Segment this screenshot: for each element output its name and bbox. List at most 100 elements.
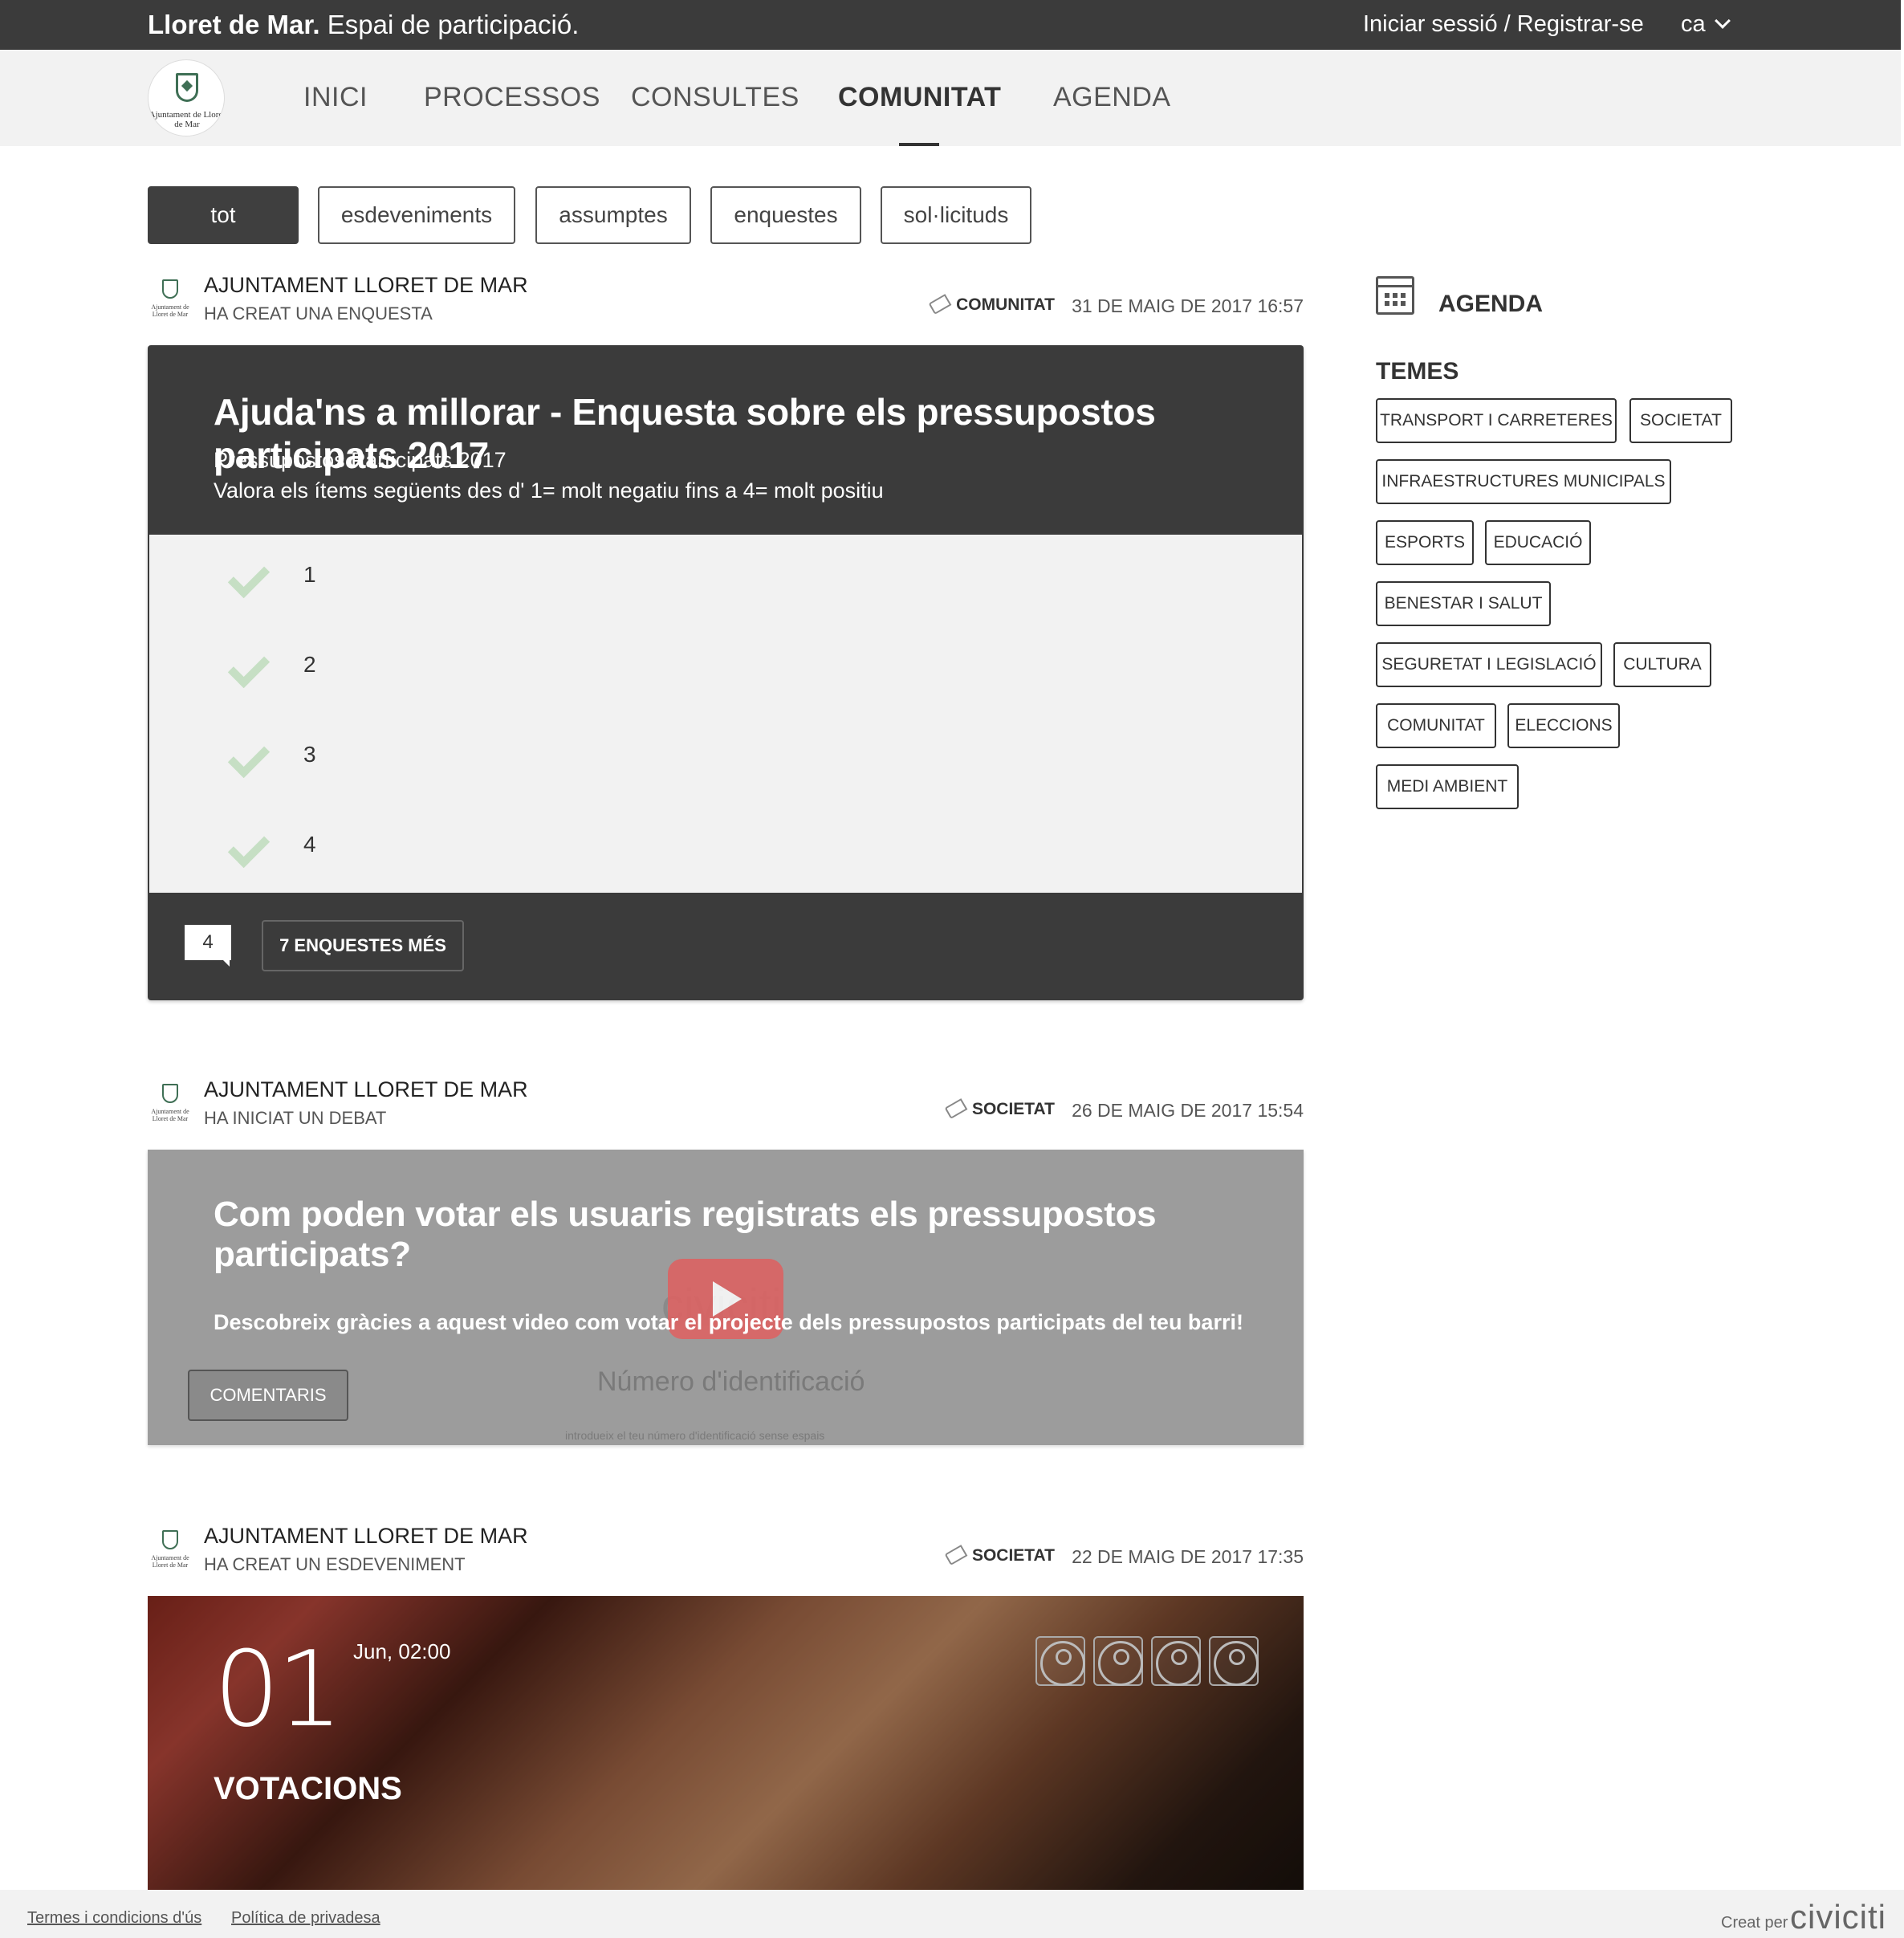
survey-description: Valora els ítems següents des d' 1= molt… xyxy=(214,478,884,503)
author-name[interactable]: AJUNTAMENT LLORET DE MAR xyxy=(204,1077,528,1102)
option-label: 2 xyxy=(303,652,316,677)
site-name: Lloret de Mar. xyxy=(148,10,320,39)
author-avatar[interactable]: Ajuntament de Lloret de Mar xyxy=(148,1082,193,1127)
filter-enquestes[interactable]: enquestes xyxy=(710,186,861,244)
activity-action: HA CREAT UNA ENQUESTA xyxy=(204,303,433,324)
author-avatar[interactable]: Ajuntament de Lloret de Mar xyxy=(148,278,193,323)
site-title[interactable]: Lloret de Mar. Espai de participació. xyxy=(148,10,579,40)
filter-assumptes[interactable]: assumptes xyxy=(535,186,691,244)
calendar-icon xyxy=(1376,276,1414,315)
topic-eleccions[interactable]: ELECCIONS xyxy=(1507,703,1620,748)
event-time: Jun, 02:00 xyxy=(353,1639,451,1663)
option-label: 4 xyxy=(303,832,316,857)
topic-educacio[interactable]: EDUCACIÓ xyxy=(1485,520,1591,565)
survey-card: Ajuda'ns a millorar - Enquesta sobre els… xyxy=(148,345,1304,1000)
participants-list xyxy=(1035,1636,1267,1690)
author-name[interactable]: AJUNTAMENT LLORET DE MAR xyxy=(204,273,528,298)
survey-subtitle: Pressupostos Participats 2017 xyxy=(214,448,507,472)
checkmark-icon xyxy=(227,735,271,779)
topic-tag-label: COMUNITAT xyxy=(956,295,1055,314)
option-label: 1 xyxy=(303,562,316,587)
crest-icon xyxy=(162,1084,178,1103)
checkmark-icon xyxy=(227,825,271,869)
checkmark-icon xyxy=(227,645,271,689)
main-nav: Ajuntament de Lloret de Mar INICI PROCES… xyxy=(0,50,1901,146)
activity-header: Ajuntament de Lloret de Mar AJUNTAMENT L… xyxy=(148,273,1304,329)
footer: Termes i condicions d'ús Política de pri… xyxy=(0,1890,1904,1938)
checkmark-icon xyxy=(227,556,271,599)
nav-consultes[interactable]: CONSULTES xyxy=(631,82,799,113)
topic-tag-label: SOCIETAT xyxy=(971,1546,1055,1565)
topic-esports[interactable]: ESPORTS xyxy=(1376,520,1474,565)
language-selector[interactable]: ca xyxy=(1681,11,1731,38)
more-surveys-button[interactable]: 7 ENQUESTES MÉS xyxy=(262,920,464,971)
activity-date: 31 DE MAIG DE 2017 16:57 xyxy=(1072,295,1304,316)
topic-tag-label: SOCIETAT xyxy=(971,1100,1055,1118)
nav-agenda[interactable]: AGENDA xyxy=(1053,82,1171,113)
municipality-logo[interactable]: Ajuntament de Lloret de Mar xyxy=(148,59,225,136)
user-avatar-icon[interactable] xyxy=(1151,1636,1201,1686)
privacy-link[interactable]: Política de privadesa xyxy=(231,1909,380,1928)
crest-icon xyxy=(176,73,198,102)
topic-medi-ambient[interactable]: MEDI AMBIENT xyxy=(1376,764,1519,809)
activity-action: HA CREAT UN ESDEVENIMENT xyxy=(204,1554,466,1574)
nav-processos[interactable]: PROCESSOS xyxy=(424,82,600,113)
survey-option[interactable]: 3 xyxy=(149,715,1302,804)
topic-tag[interactable]: SOCIETAT xyxy=(944,1098,1055,1119)
agenda-link[interactable]: AGENDA xyxy=(1376,273,1697,321)
event-day: 01 xyxy=(214,1628,343,1750)
topic-seguretat[interactable]: SEGURETAT I LEGISLACIÓ xyxy=(1376,642,1602,687)
survey-option[interactable]: 2 xyxy=(149,625,1302,715)
activity-header: Ajuntament de Lloret de Mar AJUNTAMENT L… xyxy=(148,1077,1304,1134)
topic-tag[interactable]: COMUNITAT xyxy=(928,294,1055,315)
filter-sollicituds[interactable]: sol·licituds xyxy=(881,186,1031,244)
activity-date: 22 DE MAIG DE 2017 17:35 xyxy=(1072,1546,1304,1567)
filter-tot[interactable]: tot xyxy=(148,186,299,244)
topic-infraestructures[interactable]: INFRAESTRUCTURES MUNICIPALS xyxy=(1376,459,1671,504)
top-bar: Lloret de Mar. Espai de participació. In… xyxy=(0,0,1901,50)
active-nav-indicator xyxy=(899,143,939,146)
survey-option[interactable]: 4 xyxy=(149,804,1302,894)
author-name[interactable]: AJUNTAMENT LLORET DE MAR xyxy=(204,1524,528,1549)
civiciti-logo[interactable]: civiciti xyxy=(1790,1898,1886,1936)
activity-header: Ajuntament de Lloret de Mar AJUNTAMENT L… xyxy=(148,1524,1304,1580)
debate-description: Descobreix gràcies a aquest video com vo… xyxy=(214,1310,1243,1334)
nav-comunitat[interactable]: COMUNITAT xyxy=(838,82,1001,113)
avatar-text: Ajuntament de Lloret de Mar xyxy=(151,303,189,318)
comment-count-badge[interactable]: 4 xyxy=(185,925,231,967)
chevron-down-icon xyxy=(1714,13,1731,29)
option-label: 3 xyxy=(303,742,316,767)
topic-benestar[interactable]: BENESTAR I SALUT xyxy=(1376,581,1551,626)
topic-cultura[interactable]: CULTURA xyxy=(1613,642,1711,687)
terms-link[interactable]: Termes i condicions d'ús xyxy=(27,1909,201,1928)
topic-societat[interactable]: SOCIETAT xyxy=(1629,398,1732,443)
tag-icon xyxy=(944,1098,968,1119)
avatar-text: Ajuntament de Lloret de Mar xyxy=(151,1108,189,1122)
debate-card: civiciti Número d'identificació introdue… xyxy=(148,1150,1304,1445)
survey-option[interactable]: 1 xyxy=(149,535,1302,625)
survey-options: 1 2 3 4 xyxy=(149,535,1302,893)
topic-tag[interactable]: SOCIETAT xyxy=(944,1545,1055,1565)
activity-action: HA INICIAT UN DEBAT xyxy=(204,1108,387,1128)
user-avatar-icon[interactable] xyxy=(1209,1636,1259,1686)
topic-comunitat[interactable]: COMUNITAT xyxy=(1376,703,1496,748)
tag-icon xyxy=(944,1545,968,1565)
event-card[interactable]: 01 Jun, 02:00 VOTACIONS xyxy=(148,1596,1304,1890)
user-avatar-icon[interactable] xyxy=(1035,1636,1085,1686)
activity-date: 26 DE MAIG DE 2017 15:54 xyxy=(1072,1100,1304,1121)
comments-button[interactable]: COMENTARIS xyxy=(188,1370,348,1421)
video-background-text: Número d'identificació xyxy=(597,1366,865,1397)
author-avatar[interactable]: Ajuntament de Lloret de Mar xyxy=(148,1529,193,1574)
crest-icon xyxy=(162,1530,178,1549)
created-by-label: Creat per xyxy=(1721,1914,1788,1932)
video-background-small-text: introdueix el teu número d'identificació… xyxy=(565,1429,825,1442)
nav-inici[interactable]: INICI xyxy=(303,82,368,113)
tag-icon xyxy=(928,294,952,315)
login-register-link[interactable]: Iniciar sessió / Registrar-se xyxy=(1363,11,1644,38)
filter-esdeveniments[interactable]: esdeveniments xyxy=(318,186,515,244)
event-title[interactable]: VOTACIONS xyxy=(214,1771,402,1807)
topic-transport[interactable]: TRANSPORT I CARRETERES xyxy=(1376,398,1617,443)
logo-text: Ajuntament de Lloret de Mar xyxy=(148,110,225,129)
user-avatar-icon[interactable] xyxy=(1093,1636,1143,1686)
language-label: ca xyxy=(1681,11,1706,37)
